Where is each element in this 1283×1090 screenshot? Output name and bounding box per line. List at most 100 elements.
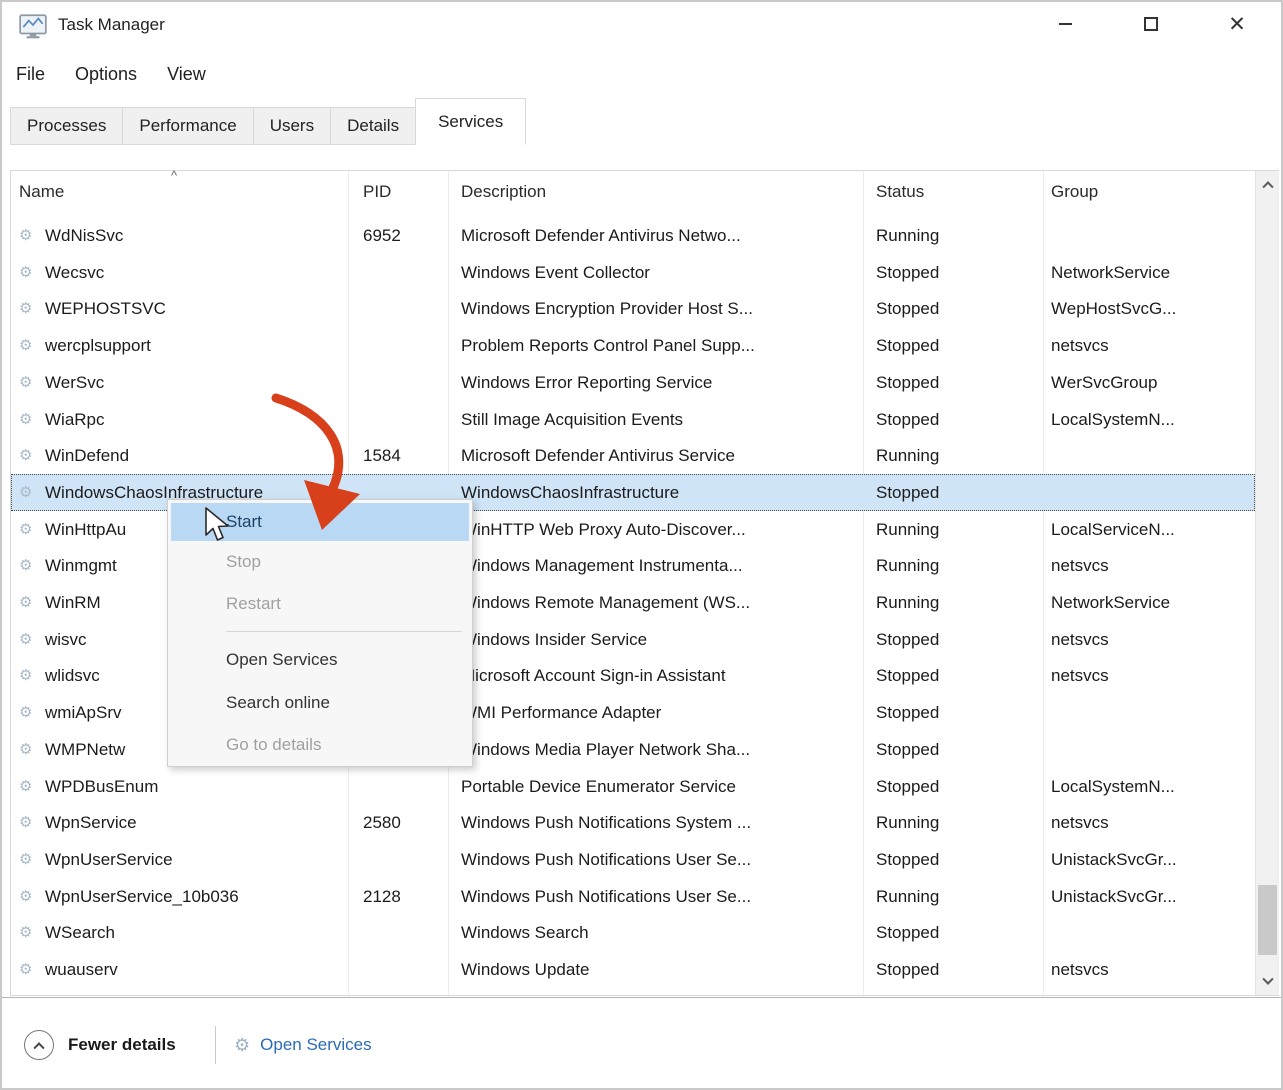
table-row[interactable]: ⚙WpnUserServiceWindows Push Notification…	[11, 841, 1255, 878]
cell-status: Stopped	[876, 951, 1036, 988]
cell-group: netsvcs	[1043, 951, 1251, 988]
cell-status: Stopped	[876, 657, 1036, 694]
cell-status: Stopped	[876, 474, 1036, 511]
cell-status: Stopped	[876, 327, 1036, 364]
context-menu-item-start[interactable]: Start	[171, 503, 469, 541]
cell-status: Running	[876, 584, 1036, 621]
table-row[interactable]: ⚙WdNisSvc6952Microsoft Defender Antiviru…	[11, 217, 1255, 254]
cell-description: Windows Push Notifications User Se...	[461, 841, 859, 878]
cell-group: WepHostSvcG...	[1043, 290, 1251, 327]
table-row[interactable]: ⚙WpnUserService_10b0362128Windows Push N…	[11, 878, 1255, 915]
table-row[interactable]: ⚙WPDBusEnumPortable Device Enumerator Se…	[11, 768, 1255, 805]
cell-group	[1043, 694, 1251, 731]
column-header-status[interactable]: Status	[876, 182, 924, 202]
service-icon: ⚙	[19, 731, 32, 768]
cell-name: WEPHOSTSVC	[45, 290, 345, 327]
scroll-down-button[interactable]	[1256, 969, 1279, 995]
tab-users[interactable]: Users	[253, 107, 331, 145]
window-title: Task Manager	[58, 15, 165, 35]
cell-description: Windows Update	[461, 951, 859, 988]
cell-description: Windows Remote Management (WS...	[461, 584, 859, 621]
service-icon: ⚙	[19, 768, 32, 805]
cell-description: Windows Management Instrumenta...	[461, 547, 859, 584]
cell-description: Windows Encryption Provider Host S...	[461, 290, 859, 327]
service-icon: ⚙	[19, 841, 32, 878]
service-icon: ⚙	[19, 584, 32, 621]
column-header-group[interactable]: Group	[1051, 182, 1098, 202]
table-row[interactable]: ⚙WiaRpcStill Image Acquisition EventsSto…	[11, 401, 1255, 438]
chevron-up-icon	[33, 1042, 44, 1053]
cell-status: Stopped	[876, 694, 1036, 731]
table-row[interactable]: ⚙WpnService2580Windows Push Notification…	[11, 804, 1255, 841]
menubar: File Options View	[16, 56, 206, 92]
close-button[interactable]: ✕	[1214, 2, 1260, 46]
collapse-circle-icon	[24, 1030, 54, 1060]
service-icon: ⚙	[19, 951, 32, 988]
context-menu-item-open-services[interactable]: Open Services	[171, 641, 469, 679]
column-header-description[interactable]: Description	[461, 182, 546, 202]
cell-status: Stopped	[876, 621, 1036, 658]
open-services-label: Open Services	[260, 1030, 372, 1060]
cell-description: WindowsChaosInfrastructure	[461, 474, 859, 511]
cell-status: Stopped	[876, 290, 1036, 327]
column-header-name[interactable]: Name	[19, 182, 64, 202]
context-menu-item-search-online[interactable]: Search online	[171, 684, 469, 722]
fewer-details-button[interactable]: Fewer details	[24, 1030, 176, 1060]
cell-group: netsvcs	[1043, 327, 1251, 364]
column-header-pid[interactable]: PID	[363, 182, 391, 202]
cell-name: WdNisSvc	[45, 217, 345, 254]
table-row[interactable]: ⚙WerSvcWindows Error Reporting ServiceSt…	[11, 364, 1255, 401]
open-services-link[interactable]: ⚙ Open Services	[234, 1030, 372, 1060]
cell-description: Windows Search	[461, 914, 859, 951]
cell-group: netsvcs	[1043, 804, 1251, 841]
maximize-button[interactable]	[1128, 2, 1174, 46]
cell-name: WSearch	[45, 914, 345, 951]
cell-name: WpnService	[45, 804, 345, 841]
menu-options[interactable]: Options	[75, 64, 137, 85]
cell-group	[1043, 914, 1251, 951]
scroll-up-button[interactable]	[1256, 171, 1279, 197]
fewer-details-label: Fewer details	[68, 1035, 176, 1055]
cell-status: Running	[876, 547, 1036, 584]
cell-description: Still Image Acquisition Events	[461, 401, 859, 438]
cell-description: Windows Insider Service	[461, 621, 859, 658]
minimize-icon	[1059, 23, 1072, 25]
cell-status: Stopped	[876, 841, 1036, 878]
service-icon: ⚙	[19, 547, 32, 584]
table-row[interactable]: ⚙WinDefend1584Microsoft Defender Antivir…	[11, 437, 1255, 474]
cell-name: wercplsupport	[45, 327, 345, 364]
minimize-button[interactable]	[1042, 2, 1088, 46]
service-icon: ⚙	[19, 914, 32, 951]
cell-name: WinDefend	[45, 437, 345, 474]
cell-description: Windows Push Notifications System ...	[461, 804, 859, 841]
table-row[interactable]: ⚙WEPHOSTSVCWindows Encryption Provider H…	[11, 290, 1255, 327]
scrollbar-thumb[interactable]	[1258, 885, 1277, 955]
tab-services[interactable]: Services	[415, 98, 526, 145]
footer-separator	[215, 1026, 216, 1064]
table-row[interactable]: ⚙WSearchWindows SearchStopped	[11, 914, 1255, 951]
cell-pid	[363, 254, 443, 291]
cell-group: NetworkService	[1043, 254, 1251, 291]
tab-processes[interactable]: Processes	[10, 107, 123, 145]
cell-description: Windows Push Notifications User Se...	[461, 878, 859, 915]
context-menu-item-stop: Stop	[171, 543, 469, 581]
cell-description: Microsoft Defender Antivirus Service	[461, 437, 859, 474]
service-icon: ⚙	[19, 474, 32, 511]
context-menu-separator	[226, 631, 462, 632]
context-menu: StartStopRestartOpen ServicesSearch onli…	[167, 499, 473, 767]
menu-file[interactable]: File	[16, 64, 45, 85]
cell-pid	[363, 914, 443, 951]
cell-pid	[363, 401, 443, 438]
tab-performance[interactable]: Performance	[122, 107, 253, 145]
table-row[interactable]: ⚙wercplsupportProblem Reports Control Pa…	[11, 327, 1255, 364]
cell-group: UnistackSvcGr...	[1043, 841, 1251, 878]
tab-details[interactable]: Details	[330, 107, 416, 145]
table-row[interactable]: ⚙WecsvcWindows Event CollectorStoppedNet…	[11, 254, 1255, 291]
context-menu-item-go-to-details: Go to details	[171, 726, 469, 764]
table-row[interactable]: ⚙wuauservWindows UpdateStoppednetsvcs	[11, 951, 1255, 988]
close-icon: ✕	[1228, 14, 1246, 35]
cell-name: WerSvc	[45, 364, 345, 401]
cell-pid	[363, 768, 443, 805]
cell-name: WpnUserService_10b036	[45, 878, 345, 915]
menu-view[interactable]: View	[167, 64, 206, 85]
